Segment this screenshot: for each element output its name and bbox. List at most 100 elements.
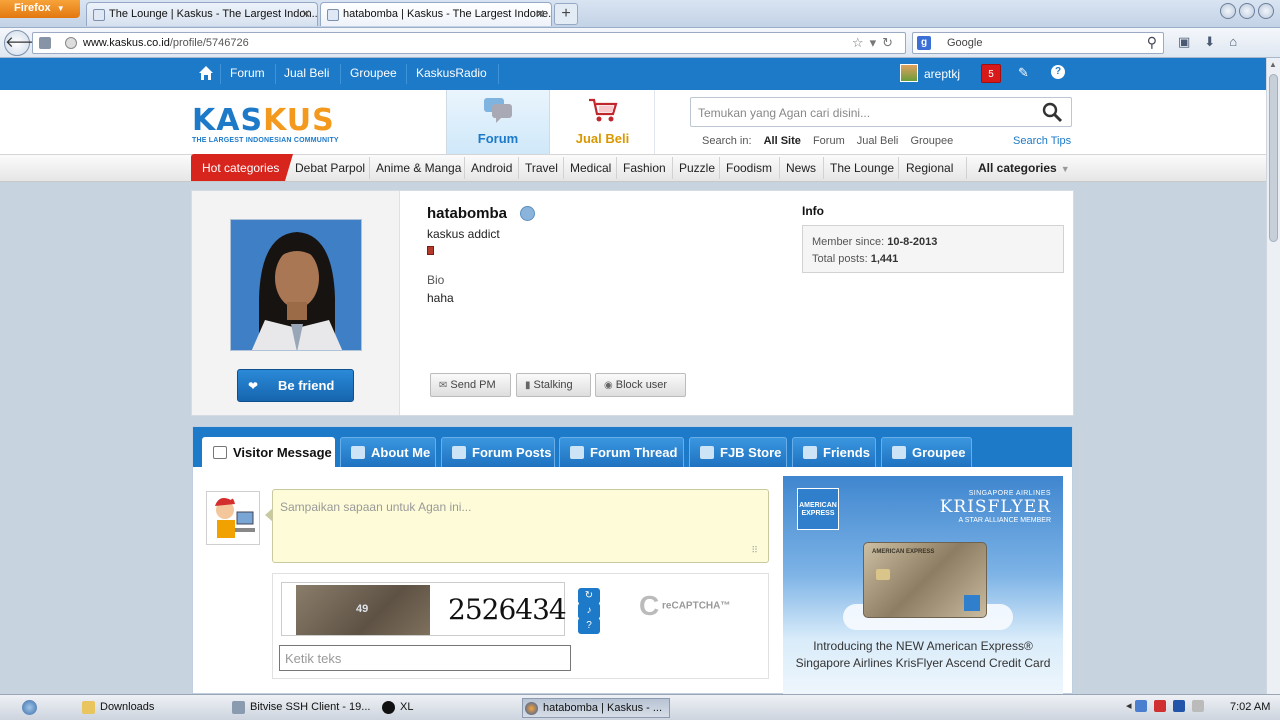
- page-scrollbar[interactable]: ▲: [1266, 58, 1280, 694]
- firefox-menu-button[interactable]: Firefox ▼: [0, 0, 80, 18]
- xl-icon: [382, 701, 395, 714]
- block-user-button[interactable]: ◉ Block user: [595, 373, 686, 397]
- taskbar-item-downloads[interactable]: Downloads: [80, 698, 220, 718]
- close-window-button[interactable]: [1258, 3, 1274, 19]
- audio-icon[interactable]: ♪: [578, 603, 600, 619]
- current-username[interactable]: areptkj: [924, 67, 960, 81]
- search-placeholder: Temukan yang Agan cari disini...: [698, 106, 871, 120]
- visitor-message-textarea[interactable]: Sampaikan sapaan untuk Agan ini... ⠿: [265, 489, 769, 563]
- search-icon[interactable]: [1041, 101, 1063, 123]
- user-avatar[interactable]: [900, 64, 918, 82]
- tab-visitor-message[interactable]: Visitor Message: [202, 437, 335, 467]
- search-icon[interactable]: ⚲: [1147, 34, 1157, 51]
- refresh-icon[interactable]: ↻: [578, 588, 600, 604]
- tab-fjb-store[interactable]: FJB Store: [689, 437, 787, 467]
- minimize-button[interactable]: [1220, 3, 1236, 19]
- category-link[interactable]: Anime & Manga: [376, 161, 461, 175]
- category-link[interactable]: Fashion: [623, 161, 666, 175]
- kaskus-logo[interactable]: KASKUS THE LARGEST INDONESIAN COMMUNITY: [192, 106, 339, 145]
- home-icon[interactable]: ⌂: [1229, 34, 1251, 49]
- help-icon[interactable]: ?: [578, 618, 600, 634]
- tray-antivirus-icon[interactable]: [1153, 700, 1166, 713]
- url-bar[interactable]: www.kaskus.co.id/profile/5746726 ☆▾↻: [32, 32, 906, 54]
- profile-panel: ❤ Be friend hatabomba kaskus addict Bio h…: [191, 190, 1074, 416]
- new-tab-button[interactable]: +: [554, 3, 578, 25]
- header-tab-jualbeli[interactable]: Jual Beli: [551, 90, 655, 154]
- search-scope-allsite[interactable]: All Site: [764, 135, 801, 147]
- topnav-forum-link[interactable]: Forum: [230, 66, 265, 80]
- star-icon[interactable]: ☆: [852, 35, 870, 50]
- category-link[interactable]: Medical: [570, 161, 611, 175]
- pencil-icon[interactable]: ✎: [1018, 65, 1029, 81]
- tab-about-me[interactable]: About Me: [340, 437, 436, 467]
- captcha-input[interactable]: Ketik teks: [279, 645, 571, 671]
- info-box: Member since: 10-8-2013 Total posts: 1,4…: [802, 225, 1064, 273]
- recaptcha-label: reCAPTCHA™: [662, 600, 731, 612]
- header-tab-forum[interactable]: Forum: [446, 90, 550, 154]
- krisflyer-text: KRISFLYER: [939, 497, 1051, 517]
- browser-search-box[interactable]: g Google ⚲: [912, 32, 1164, 54]
- all-categories-dropdown[interactable]: All categories ▼: [978, 161, 1070, 175]
- search-scope-jualbeli[interactable]: Jual Beli: [857, 135, 899, 147]
- home-icon[interactable]: [198, 65, 214, 81]
- credit-card-image: AMERICAN EXPRESS: [863, 542, 987, 618]
- member-since-value: 10-8-2013: [887, 236, 938, 248]
- tray-volume-icon[interactable]: [1191, 700, 1204, 713]
- stalking-button[interactable]: ▮ Stalking: [516, 373, 591, 397]
- bookmarks-icon[interactable]: ▣: [1178, 34, 1204, 49]
- kaskus-search-input[interactable]: Temukan yang Agan cari disini...: [690, 97, 1072, 127]
- total-posts-label: Total posts:: [812, 253, 868, 265]
- advertisement-banner[interactable]: AMERICAN EXPRESS SINGAPORE AIRLINES KRIS…: [783, 476, 1063, 694]
- tab-forum-posts[interactable]: Forum Posts: [441, 437, 555, 467]
- tray-app-icon[interactable]: [1172, 700, 1185, 713]
- taskbar-item-bitvise[interactable]: Bitvise SSH Client - 19...: [230, 698, 370, 718]
- tray-network-icon[interactable]: [1134, 700, 1147, 713]
- notification-badge[interactable]: 5: [981, 64, 1001, 83]
- total-posts-row: Total posts: 1,441: [812, 251, 1054, 268]
- help-icon[interactable]: ?: [1051, 65, 1065, 79]
- category-link[interactable]: Android: [471, 161, 512, 175]
- tab-forum-thread[interactable]: Forum Thread: [559, 437, 684, 467]
- maximize-button[interactable]: [1239, 3, 1255, 19]
- category-link[interactable]: Foodism: [726, 161, 772, 175]
- topnav-groupee-link[interactable]: Groupee: [350, 66, 397, 80]
- scrollbar-thumb[interactable]: [1269, 74, 1278, 242]
- dropdown-icon[interactable]: ▾: [870, 35, 883, 50]
- topnav-jualbeli-link[interactable]: Jual Beli: [284, 66, 329, 80]
- be-friend-button[interactable]: ❤ Be friend: [237, 369, 354, 402]
- category-link[interactable]: News: [786, 161, 816, 175]
- close-icon[interactable]: ✕: [535, 7, 545, 21]
- search-tips-link[interactable]: Search Tips: [1013, 135, 1071, 147]
- category-link[interactable]: Regional: [906, 161, 953, 175]
- search-scope-groupee[interactable]: Groupee: [910, 135, 953, 147]
- google-icon[interactable]: g: [917, 36, 931, 50]
- heart-icon: ❤: [248, 379, 259, 393]
- taskbar-item-xl[interactable]: XL: [380, 698, 520, 718]
- taskbar-clock[interactable]: 7:02 AM: [1230, 701, 1270, 713]
- profile-left-column: ❤ Be friend: [192, 191, 400, 415]
- send-pm-button[interactable]: ✉ Send PM: [430, 373, 511, 397]
- category-link[interactable]: Travel: [525, 161, 558, 175]
- logo-tagline: THE LARGEST INDONESIAN COMMUNITY: [192, 137, 339, 144]
- resize-grip-icon[interactable]: ⠿: [751, 545, 758, 556]
- tab-groupee[interactable]: Groupee: [881, 437, 972, 467]
- scroll-up-icon[interactable]: ▲: [1269, 60, 1277, 69]
- profile-photo[interactable]: [230, 219, 362, 351]
- reload-icon[interactable]: ↻: [882, 35, 899, 50]
- close-icon[interactable]: ✕: [301, 7, 311, 21]
- tab-friends[interactable]: Friends: [792, 437, 876, 467]
- search-in-label: Search in:: [702, 135, 752, 147]
- download-icon[interactable]: ⬇: [1204, 34, 1229, 49]
- category-link[interactable]: Puzzle: [679, 161, 715, 175]
- taskbar-item-firefox[interactable]: hatabomba | Kaskus - ...: [522, 698, 670, 718]
- back-button[interactable]: 🡐: [4, 30, 45, 56]
- browser-tab-lounge[interactable]: The Lounge | Kaskus - The Largest Indon.…: [86, 2, 318, 26]
- browser-tab-profile[interactable]: hatabomba | Kaskus - The Largest Indone.…: [320, 2, 552, 26]
- search-scope-forum[interactable]: Forum: [813, 135, 845, 147]
- tray-expand-icon[interactable]: ◂: [1126, 700, 1132, 712]
- category-link[interactable]: The Lounge: [830, 161, 894, 175]
- topnav-kaskusradio-link[interactable]: KaskusRadio: [416, 66, 487, 80]
- ad-text-line2: Singapore Airlines KrisFlyer Ascend Cred…: [795, 656, 1051, 670]
- start-button[interactable]: [20, 698, 40, 718]
- category-link[interactable]: Debat Parpol: [295, 161, 365, 175]
